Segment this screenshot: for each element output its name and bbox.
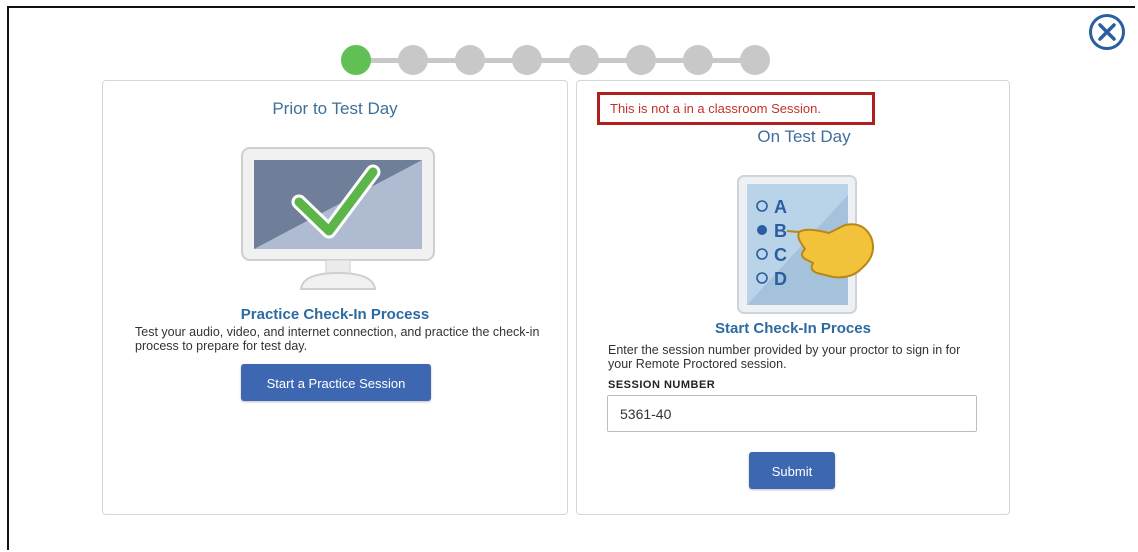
answer-sheet-hand-icon: A B C D bbox=[737, 175, 874, 314]
step-5-dot bbox=[569, 45, 599, 75]
prior-to-test-day-panel: Prior to Test Day Practice Check-In Proc… bbox=[102, 80, 568, 515]
progress-stepper bbox=[341, 45, 773, 75]
on-test-day-panel: This is not a in a classroom Session. On… bbox=[576, 80, 1010, 515]
panel-title: On Test Day bbox=[757, 127, 851, 146]
option-c-label: C bbox=[774, 245, 787, 265]
panel-title: Prior to Test Day bbox=[272, 99, 398, 118]
step-4-dot bbox=[512, 45, 542, 75]
option-d-label: D bbox=[774, 269, 787, 289]
option-a-label: A bbox=[774, 197, 787, 217]
start-practice-session-button[interactable]: Start a Practice Session bbox=[241, 364, 431, 401]
session-number-label: SESSION NUMBER bbox=[608, 379, 716, 391]
submit-button[interactable]: Submit bbox=[749, 452, 835, 489]
practice-description: Test your audio, video, and internet con… bbox=[135, 325, 540, 353]
session-number-input[interactable] bbox=[607, 395, 977, 432]
check-in-heading: Start Check-In Proces bbox=[715, 320, 871, 337]
step-8-dot bbox=[740, 45, 770, 75]
classroom-notice: This is not a in a classroom Session. bbox=[597, 92, 875, 125]
option-b-label: B bbox=[774, 221, 787, 241]
step-3-dot bbox=[455, 45, 485, 75]
step-1-dot bbox=[341, 45, 371, 75]
check-in-description: Enter the session number provided by you… bbox=[608, 343, 961, 371]
step-6-dot bbox=[626, 45, 656, 75]
monitor-checkmark-icon bbox=[241, 147, 435, 290]
step-7-dot bbox=[683, 45, 713, 75]
close-icon[interactable] bbox=[1088, 13, 1126, 51]
step-2-dot bbox=[398, 45, 428, 75]
practice-heading: Practice Check-In Process bbox=[240, 306, 430, 323]
